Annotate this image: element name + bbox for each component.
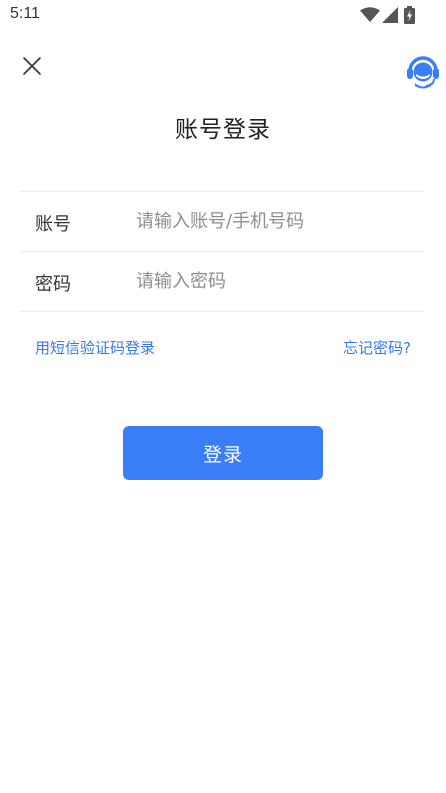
status-bar: 5:11 xyxy=(0,0,446,30)
sms-login-link[interactable]: 用短信验证码登录 xyxy=(35,337,155,358)
wifi-icon xyxy=(360,7,380,22)
login-button[interactable]: 登录 xyxy=(123,426,323,480)
account-input[interactable] xyxy=(136,206,406,236)
forgot-password-link[interactable]: 忘记密码? xyxy=(343,337,411,358)
cellular-signal-icon xyxy=(382,7,398,23)
password-input[interactable] xyxy=(136,266,406,296)
close-icon xyxy=(23,57,41,75)
customer-service-button[interactable] xyxy=(405,53,441,89)
customer-service-icon xyxy=(407,56,439,89)
divider xyxy=(20,311,424,312)
divider xyxy=(20,251,424,252)
status-time: 5:11 xyxy=(10,5,40,22)
battery-charging-icon xyxy=(404,6,415,24)
close-button[interactable] xyxy=(18,52,46,80)
password-label: 密码 xyxy=(35,274,71,295)
divider xyxy=(20,191,424,192)
page-title: 账号登录 xyxy=(175,117,271,143)
account-label: 账号 xyxy=(35,214,71,235)
status-icons xyxy=(360,6,416,24)
